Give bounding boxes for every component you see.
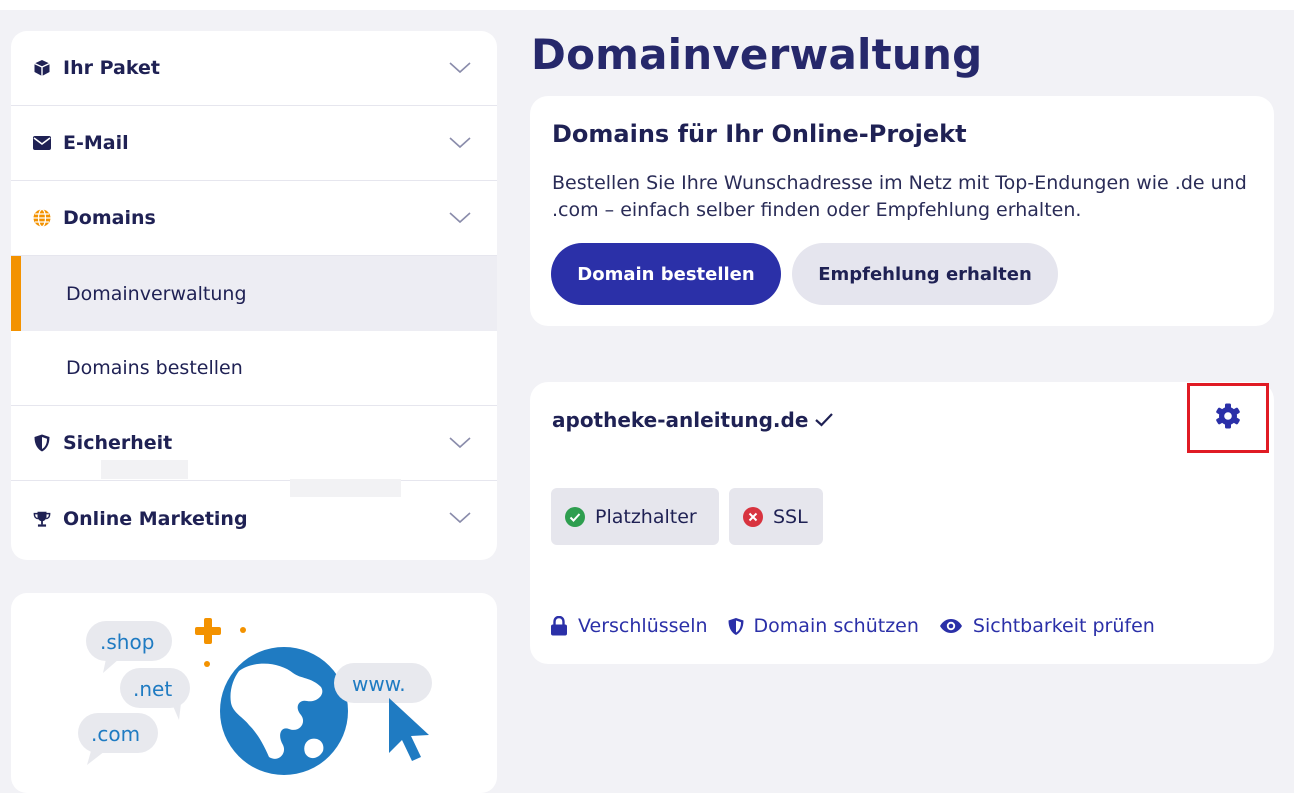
- action-label: Sichtbarkeit prüfen: [972, 615, 1155, 637]
- decor-dot: [204, 661, 210, 667]
- sidebar-item-online-marketing[interactable]: Online Marketing: [11, 481, 497, 556]
- domain-card: apotheke-anleitung.de Platzhalter SSL Ve…: [530, 382, 1274, 664]
- x-circle-icon: [743, 506, 763, 527]
- check-circle-icon: [565, 506, 585, 527]
- page-title: Domainverwaltung: [531, 30, 983, 79]
- envelope-icon: [33, 134, 51, 152]
- empfehlung-erhalten-button[interactable]: Empfehlung erhalten: [792, 243, 1058, 305]
- sidebar-item-label: Online Marketing: [63, 507, 248, 530]
- domains-illustration: .shop .net .com www.: [78, 618, 432, 781]
- tag-shop: .shop: [100, 630, 154, 654]
- gear-icon: [1214, 402, 1242, 434]
- lock-icon: [550, 616, 568, 636]
- status-badge-platzhalter[interactable]: Platzhalter: [551, 488, 719, 545]
- card-heading: Domains für Ihr Online-Projekt: [552, 120, 967, 148]
- chevron-down-icon: [449, 434, 471, 453]
- globe-icon: [214, 641, 354, 781]
- verschluesseln-link[interactable]: Verschlüsseln: [550, 615, 708, 637]
- net-bubble: .net: [120, 668, 190, 720]
- badge-label: Platzhalter: [595, 505, 697, 528]
- shield-icon: [33, 434, 51, 452]
- shop-bubble: .shop: [86, 621, 172, 673]
- top-strip: [0, 0, 1294, 10]
- redaction-block: [290, 479, 401, 497]
- com-bubble: .com: [78, 713, 158, 765]
- domain-order-card: Domains für Ihr Online-Projekt Bestellen…: [530, 96, 1274, 326]
- sidebar-item-ihr-paket[interactable]: Ihr Paket: [11, 31, 497, 106]
- sidebar-item-sicherheit[interactable]: Sicherheit: [11, 406, 497, 481]
- sidebar: Ihr Paket E-Mail Domains Domainverwaltun…: [11, 31, 497, 560]
- globe-icon: [33, 209, 51, 227]
- tag-www: www.: [352, 672, 406, 696]
- sidebar-item-label: Domains: [63, 207, 156, 229]
- status-badge-ssl[interactable]: SSL: [729, 488, 823, 545]
- trophy-icon: [33, 510, 51, 528]
- domain-bestellen-button[interactable]: Domain bestellen: [551, 243, 781, 305]
- card-description: Bestellen Sie Ihre Wunschadresse im Netz…: [552, 172, 1247, 221]
- action-label: Verschlüsseln: [578, 615, 708, 637]
- www-bubble: www.: [334, 663, 432, 703]
- domain-settings-button[interactable]: [1187, 383, 1269, 453]
- checkmark-icon: [814, 412, 834, 428]
- sidebar-item-domains[interactable]: Domains: [11, 181, 497, 256]
- tag-net: .net: [133, 677, 172, 701]
- domain-schuetzen-link[interactable]: Domain schützen: [728, 615, 919, 637]
- sidebar-item-label: Sicherheit: [63, 432, 173, 454]
- chevron-down-icon: [449, 209, 471, 228]
- cursor-icon: [389, 698, 429, 761]
- sidebar-item-e-mail[interactable]: E-Mail: [11, 106, 497, 181]
- sidebar-subitem-domains-bestellen[interactable]: Domains bestellen: [11, 331, 497, 406]
- sidebar-item-label: Ihr Paket: [63, 57, 160, 79]
- domain-name: apotheke-anleitung.de: [552, 408, 809, 432]
- decor-dot: [240, 627, 246, 633]
- badge-label: SSL: [773, 505, 808, 528]
- sidebar-subitem-domainverwaltung[interactable]: Domainverwaltung: [11, 256, 497, 331]
- chevron-down-icon: [449, 134, 471, 153]
- eye-icon: [939, 618, 963, 634]
- domains-promo-card: .shop .net .com www.: [11, 593, 497, 793]
- domain-actions: Verschlüsseln Domain schützen Sichtbarke…: [550, 615, 1175, 637]
- domain-title[interactable]: apotheke-anleitung.de: [552, 408, 834, 432]
- redaction-block: [101, 460, 188, 479]
- shield-icon: [728, 617, 744, 636]
- package-icon: [33, 59, 51, 77]
- chevron-down-icon: [449, 59, 471, 78]
- sichtbarkeit-pruefen-link[interactable]: Sichtbarkeit prüfen: [939, 615, 1155, 637]
- tag-com: .com: [91, 722, 140, 746]
- plus-icon: [195, 618, 221, 644]
- chevron-down-icon: [449, 509, 471, 528]
- action-label: Domain schützen: [753, 615, 919, 637]
- sidebar-item-label: E-Mail: [63, 132, 129, 154]
